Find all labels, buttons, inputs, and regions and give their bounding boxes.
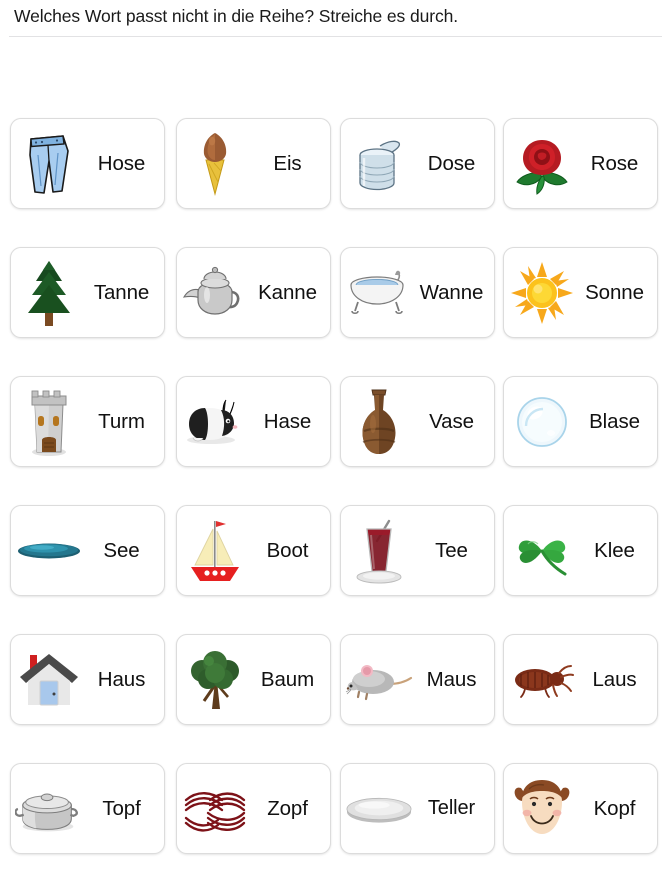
word-card[interactable]: Tanne [10, 247, 165, 338]
fir-tree-icon [15, 253, 83, 333]
worksheet: Welches Wort passt nicht in die Reihe? S… [0, 0, 671, 872]
word-label: Tee [435, 538, 468, 562]
word-card[interactable]: Klee [503, 505, 658, 596]
word-label: Boot [266, 538, 309, 562]
word-card[interactable]: Turm [10, 376, 165, 467]
jeans-icon [15, 124, 83, 204]
word-label: Eis [273, 151, 302, 175]
word-label: Tanne [93, 280, 150, 304]
word-label: Maus [426, 667, 477, 691]
braid-icon [181, 769, 249, 849]
word-card[interactable]: Boot [176, 505, 331, 596]
word-label: Kopf [593, 796, 636, 820]
sun-icon [508, 253, 576, 333]
word-row: Haus Baum Maus Laus [0, 634, 671, 763]
word-card[interactable]: Maus [340, 634, 495, 725]
mouse-icon [345, 640, 413, 720]
word-label: Topf [102, 796, 141, 820]
rose-icon [508, 124, 576, 204]
word-card-grid: Hose Eis Dose Rose Tanne Kanne Wanne Son… [0, 118, 671, 892]
tower-icon [15, 382, 83, 462]
teapot-icon [181, 253, 249, 333]
word-label: Laus [592, 667, 637, 691]
cooking-pot-icon [15, 769, 83, 849]
word-row: See Boot Tee Klee [0, 505, 671, 634]
ice-cream-cone-icon [181, 124, 249, 204]
word-label: Dose [427, 151, 476, 175]
sailboat-icon [181, 511, 249, 591]
word-label: Baum [260, 667, 315, 691]
word-label: Turm [98, 409, 145, 433]
word-card[interactable]: Haus [10, 634, 165, 725]
word-label: Blase [589, 409, 640, 433]
word-card[interactable]: Eis [176, 118, 331, 209]
word-card[interactable]: Topf [10, 763, 165, 854]
word-card[interactable]: Zopf [176, 763, 331, 854]
word-row: Hose Eis Dose Rose [0, 118, 671, 247]
word-card[interactable]: See [10, 505, 165, 596]
word-card[interactable]: Wanne [340, 247, 495, 338]
word-card[interactable]: Sonne [503, 247, 658, 338]
word-label: Teller [427, 797, 476, 819]
bathtub-icon [345, 253, 413, 333]
vase-icon [345, 382, 413, 462]
word-label: Sonne [585, 280, 644, 304]
word-card[interactable]: Tee [340, 505, 495, 596]
word-card[interactable]: Blase [503, 376, 658, 467]
word-card[interactable]: Hase [176, 376, 331, 467]
word-card[interactable]: Kopf [503, 763, 658, 854]
word-row: Topf Zopf Teller Kopf [0, 763, 671, 892]
word-row: Tanne Kanne Wanne Sonne [0, 247, 671, 376]
word-label: Kanne [258, 280, 317, 304]
girl-head-icon [508, 769, 576, 849]
word-label: Vase [429, 409, 474, 433]
word-label: Zopf [267, 796, 308, 820]
word-card[interactable]: Dose [340, 118, 495, 209]
clover-icon [508, 511, 576, 591]
instruction-text: Welches Wort passt nicht in die Reihe? S… [14, 6, 459, 26]
word-label: Hose [97, 151, 146, 175]
lake-icon [15, 511, 83, 591]
word-label: Hase [263, 409, 312, 433]
header-divider [9, 36, 662, 37]
word-card[interactable]: Teller [340, 763, 495, 854]
plate-icon [345, 769, 413, 849]
word-card[interactable]: Hose [10, 118, 165, 209]
word-card[interactable]: Laus [503, 634, 658, 725]
deciduous-tree-icon [181, 640, 249, 720]
tin-can-icon [345, 124, 413, 204]
word-label: See [103, 538, 140, 562]
word-card[interactable]: Baum [176, 634, 331, 725]
house-icon [15, 640, 83, 720]
worksheet-header: Welches Wort passt nicht in die Reihe? S… [0, 0, 671, 46]
word-card[interactable]: Rose [503, 118, 658, 209]
louse-icon [508, 640, 576, 720]
bubble-icon [508, 382, 576, 462]
tea-glass-icon [345, 511, 413, 591]
word-label: Haus [97, 667, 146, 691]
word-label: Rose [590, 151, 639, 175]
word-row: Turm Hase Vase Blase [0, 376, 671, 505]
word-label: Wanne [419, 280, 484, 304]
word-label: Klee [594, 538, 635, 562]
word-card[interactable]: Kanne [176, 247, 331, 338]
rabbit-icon [181, 382, 249, 462]
word-card[interactable]: Vase [340, 376, 495, 467]
